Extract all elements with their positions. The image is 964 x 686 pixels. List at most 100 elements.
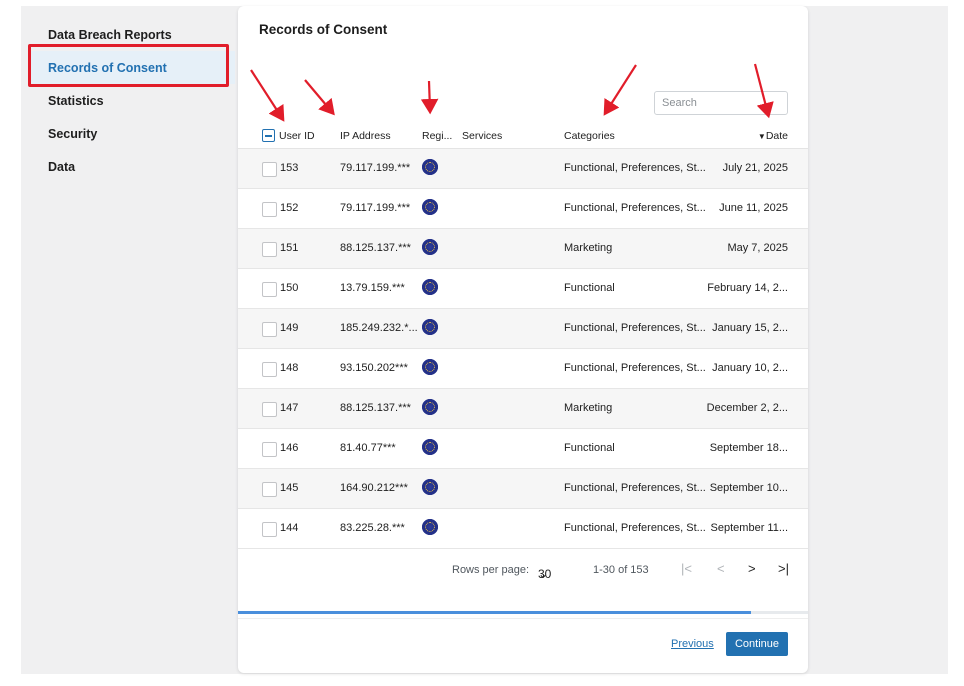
cell-ip-address: 88.125.137.***	[340, 242, 411, 254]
cell-categories: Marketing	[564, 242, 613, 254]
row-checkbox[interactable]	[262, 242, 277, 257]
eu-flag-icon	[422, 519, 438, 535]
cell-user-id: 148	[280, 362, 299, 374]
sidebar-item-security[interactable]: Security	[30, 117, 235, 150]
cell-ip-address: 79.117.199.***	[340, 202, 411, 214]
cell-ip-address: 93.150.202***	[340, 362, 408, 374]
table-row[interactable]: 151 88.125.137.*** Marketing May 7, 2025	[238, 229, 808, 269]
cell-user-id: 145	[280, 482, 299, 494]
cell-date: September 18...	[709, 442, 788, 454]
cell-ip-address: 13.79.159.***	[340, 282, 405, 294]
cell-user-id: 149	[280, 322, 299, 334]
cell-categories: Functional, Preferences, St...	[564, 202, 706, 214]
table-row[interactable]: 146 81.40.77*** Functional September 18...	[238, 429, 808, 469]
row-checkbox[interactable]	[262, 162, 277, 177]
eu-flag-icon	[422, 359, 438, 375]
rows-per-page-label: Rows per page:	[452, 564, 530, 576]
next-page-icon[interactable]: >	[748, 561, 756, 576]
cell-date: January 10, 2...	[712, 362, 788, 374]
row-checkbox[interactable]	[262, 322, 277, 337]
cell-user-id: 153	[280, 162, 299, 174]
cell-ip-address: 185.249.232.*...	[340, 322, 418, 334]
row-checkbox[interactable]	[262, 282, 277, 297]
eu-flag-icon	[422, 479, 438, 495]
cell-user-id: 146	[280, 442, 299, 454]
select-all-checkbox[interactable]	[262, 129, 275, 142]
cell-date: September 10...	[709, 482, 788, 494]
eu-flag-icon	[422, 239, 438, 255]
cell-categories: Functional, Preferences, St...	[564, 522, 706, 534]
chevron-down-icon: ⌄	[538, 567, 549, 581]
eu-flag-icon	[422, 199, 438, 215]
cell-categories: Functional	[564, 282, 615, 294]
cell-categories: Functional, Preferences, St...	[564, 322, 706, 334]
cell-ip-address: 164.90.212***	[340, 482, 408, 494]
column-header-user-id[interactable]: User ID	[279, 130, 315, 142]
screenshot-stage: Data Breach Reports Records of Consent S…	[0, 0, 964, 686]
eu-flag-icon	[422, 399, 438, 415]
table-body: 153 79.117.199.*** Functional, Preferences…	[238, 149, 808, 549]
sidebar-item-data[interactable]: Data	[30, 150, 235, 183]
progress-bar-fill	[238, 611, 751, 614]
progress-bar	[238, 611, 808, 614]
cell-ip-address: 81.40.77***	[340, 442, 396, 454]
page-title: Records of Consent	[259, 22, 388, 37]
cell-ip-address: 88.125.137.***	[340, 402, 411, 414]
row-checkbox[interactable]	[262, 362, 277, 377]
cell-date: December 2, 2...	[706, 402, 788, 414]
cell-categories: Marketing	[564, 402, 613, 414]
table-row[interactable]: 145 164.90.212*** Functional, Preferences,…	[238, 469, 808, 509]
cell-date: September 11...	[710, 522, 788, 534]
continue-button[interactable]: Continue	[726, 632, 788, 656]
cell-date: February 14, 2...	[707, 282, 788, 294]
annotation-highlight-box	[28, 44, 229, 87]
column-header-date-label: Date	[765, 130, 788, 142]
cell-user-id: 151	[280, 242, 299, 254]
table-row[interactable]: 150 13.79.159.*** Functional February 14, 2…	[238, 269, 808, 309]
column-header-region[interactable]: Regi...	[422, 130, 452, 142]
column-header-ip-address[interactable]: IP Address	[340, 130, 391, 142]
table-row[interactable]: 144 83.225.28.*** Functional, Preferences,…	[238, 509, 808, 549]
previous-link[interactable]: Previous	[671, 638, 714, 650]
cell-user-id: 144	[280, 522, 299, 534]
search-input[interactable]	[654, 91, 788, 115]
records-card: Records of Consent User ID IP Address Re…	[238, 6, 808, 673]
cell-user-id: 147	[280, 402, 299, 414]
row-checkbox[interactable]	[262, 522, 277, 537]
table-row[interactable]: 148 93.150.202*** Functional, Preferences,…	[238, 349, 808, 389]
sort-down-icon: ▼	[757, 132, 766, 141]
last-page-icon[interactable]: >|	[778, 561, 789, 576]
table-row[interactable]: 149 185.249.232.*... Functional, Preferenc…	[238, 309, 808, 349]
table-header: User ID IP Address Regi... Services Cate…	[238, 123, 808, 149]
first-page-icon[interactable]: |<	[681, 561, 692, 576]
eu-flag-icon	[422, 279, 438, 295]
row-checkbox[interactable]	[262, 202, 277, 217]
column-header-categories[interactable]: Categories	[564, 130, 615, 142]
cell-date: July 21, 2025	[722, 162, 788, 174]
pagination-range: 1-30 of 153	[593, 564, 649, 576]
cell-categories: Functional, Preferences, St...	[564, 162, 706, 174]
row-checkbox[interactable]	[262, 402, 277, 417]
row-checkbox[interactable]	[262, 442, 277, 457]
cell-categories: Functional, Preferences, St...	[564, 362, 706, 374]
sidebar-item-statistics[interactable]: Statistics	[30, 84, 235, 117]
eu-flag-icon	[422, 319, 438, 335]
cell-categories: Functional	[564, 442, 615, 454]
cell-user-id: 152	[280, 202, 299, 214]
cell-date: May 7, 2025	[727, 242, 788, 254]
eu-flag-icon	[422, 159, 438, 175]
cell-ip-address: 79.117.199.***	[340, 162, 411, 174]
table-row[interactable]: 153 79.117.199.*** Functional, Preferences…	[238, 149, 808, 189]
cell-date: January 15, 2...	[712, 322, 788, 334]
table-row[interactable]: 152 79.117.199.*** Functional, Preferences…	[238, 189, 808, 229]
previous-page-icon[interactable]: <	[717, 561, 725, 576]
cell-user-id: 150	[280, 282, 299, 294]
row-checkbox[interactable]	[262, 482, 277, 497]
pagination: Rows per page: 30 ⌄ 1-30 of 153 |< < > >…	[238, 560, 808, 581]
table-row[interactable]: 147 88.125.137.*** Marketing December 2, 2.…	[238, 389, 808, 429]
sidebar: Data Breach Reports Records of Consent S…	[30, 18, 235, 183]
cell-date: June 11, 2025	[719, 202, 788, 214]
column-header-services[interactable]: Services	[462, 130, 502, 142]
column-header-date[interactable]: ▼Date	[758, 130, 788, 142]
cell-categories: Functional, Preferences, St...	[564, 482, 706, 494]
